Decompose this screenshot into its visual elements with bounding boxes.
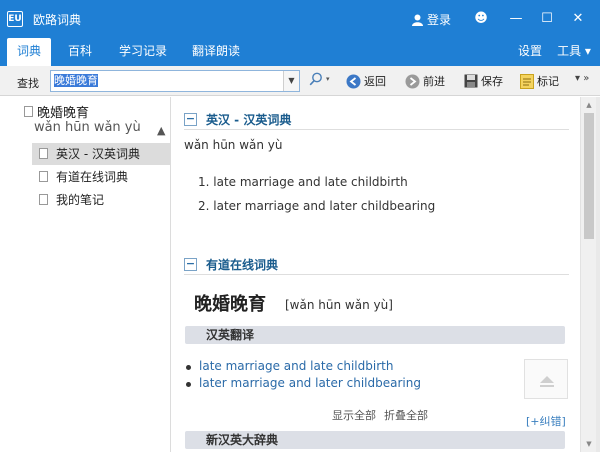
login-button[interactable]: 登录: [412, 11, 451, 28]
section-title: 有道在线词典: [206, 258, 279, 272]
search-history-dropdown[interactable]: ▼: [283, 71, 299, 91]
headword-pinyin: [wǎn hūn wǎn yù]: [285, 298, 393, 312]
report-error-link[interactable]: [+纠错]: [526, 413, 566, 429]
maximize-button[interactable]: ☐: [537, 9, 557, 29]
minimize-button[interactable]: —: [506, 9, 526, 29]
section-divider: [184, 129, 569, 130]
mark-button[interactable]: 标记: [520, 73, 559, 89]
tab-encyclopedia[interactable]: 百科: [60, 38, 100, 66]
headword: 晚婚晚育: [194, 294, 266, 315]
translation-link[interactable]: later marriage and later childbearing: [186, 376, 421, 390]
section-header-youdao[interactable]: − 有道在线词典: [184, 256, 278, 273]
feedback-smiley-icon[interactable]: ☻: [471, 9, 491, 29]
note-mark-icon: [520, 73, 534, 89]
back-arrow-icon: [346, 74, 361, 88]
floppy-save-icon: [464, 74, 478, 88]
mark-label: 标记: [537, 75, 559, 88]
sidebar-item-my-notes[interactable]: 我的笔记: [32, 189, 171, 211]
fold-all-link[interactable]: 折叠全部: [384, 407, 428, 423]
find-label: 查找: [17, 77, 39, 90]
sidebar-item-ec-dictionary[interactable]: 英汉 - 汉英词典: [32, 143, 171, 165]
back-button[interactable]: 返回: [346, 73, 386, 89]
forward-arrow-icon: [405, 74, 420, 88]
vertical-scrollbar[interactable]: ▲ ▼: [580, 97, 596, 452]
search-input[interactable]: 晚婚晚育: [54, 74, 98, 88]
scroll-down-arrow-icon[interactable]: ▼: [581, 437, 597, 451]
definition-item: 2. later marriage and later childbearing: [198, 199, 436, 213]
band-new-ce-dictionary[interactable]: 新汉英大辞典: [185, 431, 565, 449]
section-divider: [184, 274, 569, 275]
document-icon: [39, 148, 48, 159]
show-all-link[interactable]: 显示全部: [332, 407, 376, 423]
sidebar-item-youdao[interactable]: 有道在线词典: [32, 166, 171, 188]
entry-sidebar: 晚婚晚育 wǎn hūn wǎn yù ▲ 英汉 - 汉英词典 有道在线词典 我…: [0, 97, 171, 452]
scroll-up-arrow-icon[interactable]: ▲: [581, 98, 597, 112]
translation-link[interactable]: late marriage and late childbirth: [185, 359, 393, 373]
section-header-ec[interactable]: − 英汉 - 汉英词典: [184, 111, 291, 128]
document-icon: [39, 194, 48, 205]
more-toolbar-button[interactable]: ▾ »: [575, 73, 589, 84]
sidebar-item-label: 英汉 - 汉英词典: [56, 147, 140, 161]
user-icon: [412, 14, 423, 26]
chevron-down-icon: ▾: [326, 75, 330, 83]
section-title: 英汉 - 汉英词典: [206, 113, 292, 127]
tools-menu[interactable]: 工具 ▾: [552, 38, 596, 66]
sidebar-item-label: 有道在线词典: [56, 170, 129, 184]
search-button[interactable]: ▾: [309, 72, 330, 86]
arrow-up-icon: [540, 376, 554, 387]
document-icon: [39, 171, 48, 182]
scroll-thumb[interactable]: [584, 113, 594, 239]
window-edge: [596, 97, 600, 452]
tab-bar: 词典 百科 学习记录 翻译朗读 设置 工具 ▾: [0, 38, 600, 66]
close-button[interactable]: ✕: [568, 9, 588, 29]
settings-button[interactable]: 设置: [513, 38, 547, 66]
band-ce-translation[interactable]: 汉英翻译: [185, 326, 565, 344]
back-label: 返回: [364, 75, 386, 88]
save-label: 保存: [481, 75, 503, 88]
definition-pane: − 英汉 - 汉英词典 wǎn hūn wǎn yù 1. late marri…: [172, 97, 580, 452]
forward-label: 前进: [423, 75, 445, 88]
collapse-minus-icon[interactable]: −: [184, 258, 197, 271]
collapse-minus-icon[interactable]: −: [184, 113, 197, 126]
tab-study-records[interactable]: 学习记录: [111, 38, 175, 66]
sidebar-item-label: 我的笔记: [56, 193, 105, 207]
sidebar-head-pinyin: wǎn hūn wǎn yù: [34, 120, 141, 135]
window-title: 欧路词典: [33, 13, 82, 27]
search-input-value: 晚婚晚育: [54, 74, 98, 87]
search-box[interactable]: 晚婚晚育 ▼: [50, 70, 300, 92]
sidebar-head-word[interactable]: 晚婚晚育: [37, 102, 89, 121]
collapse-icon[interactable]: ▲: [157, 124, 165, 137]
tab-translate-read[interactable]: 翻译朗读: [184, 38, 248, 66]
toolbar: 查找 晚婚晚育 ▼ ▾ 返回 前进 保存 标记 ▾ »: [0, 66, 600, 96]
forward-button[interactable]: 前进: [405, 73, 445, 89]
definition-item: 1. late marriage and late childbirth: [198, 175, 408, 189]
document-icon: [24, 106, 33, 117]
save-button[interactable]: 保存: [464, 73, 503, 89]
app-logo-icon: EU: [7, 11, 23, 27]
search-icon: [309, 72, 322, 86]
back-to-top-button[interactable]: [524, 359, 568, 399]
title-bar: EU 欧路词典 登录 ☻ — ☐ ✕: [0, 0, 600, 38]
tab-dictionary[interactable]: 词典: [7, 38, 51, 66]
login-label: 登录: [427, 13, 452, 27]
pinyin-text: wǎn hūn wǎn yù: [184, 138, 283, 152]
